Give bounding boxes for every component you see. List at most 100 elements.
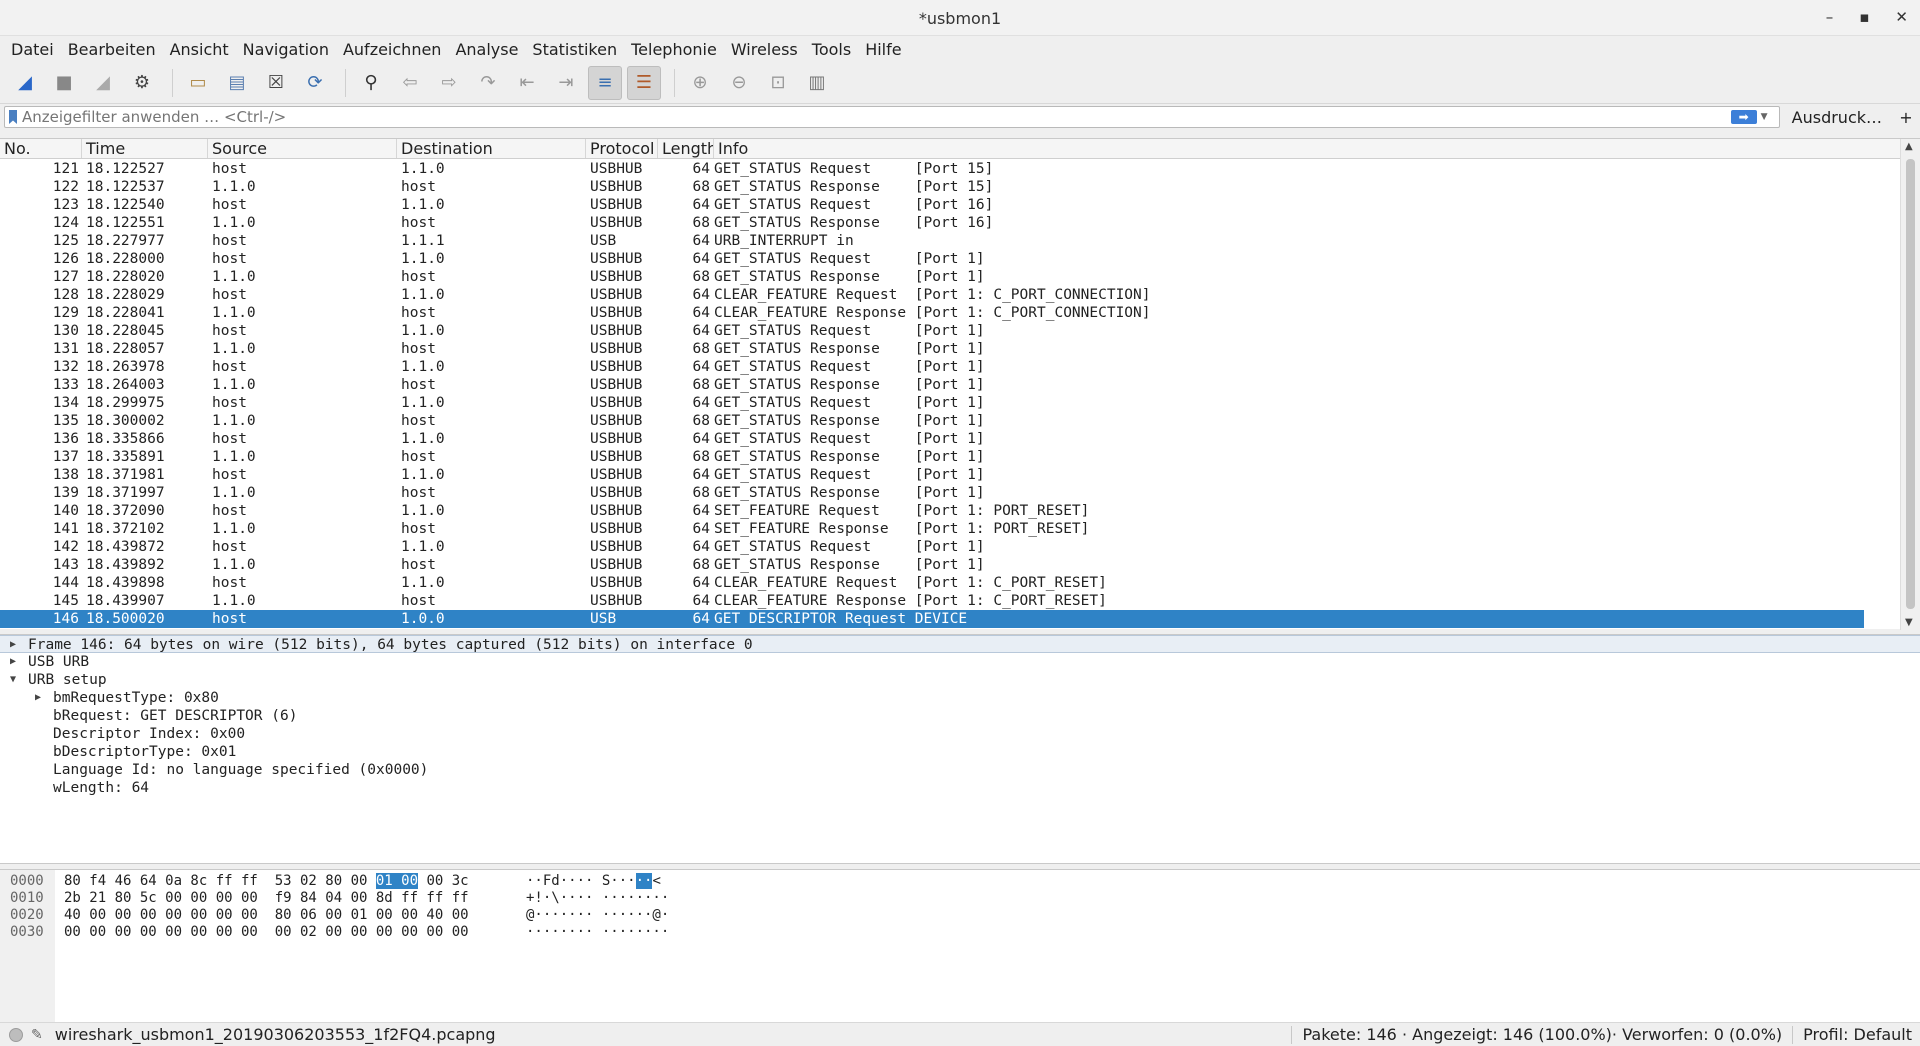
autoscroll-button[interactable]: ≡ [588,65,622,100]
save-file-button[interactable]: ▤ [220,66,254,100]
column-header-info[interactable]: Info [714,139,1920,158]
hex-line[interactable]: 0030 00 00 00 00 00 00 00 00 00 02 00 00 … [10,924,669,941]
go-back-button[interactable]: ⇦ [393,66,427,100]
detail-line[interactable]: Language Id: no language specified (0x00… [0,761,1920,779]
packet-row[interactable]: 133 18.264003 1.1.0 host USBHUB 68 GET_STATUS … [0,376,1864,394]
collapsed-arrow-icon[interactable]: ▶ [10,636,16,654]
detail-line[interactable]: bRequest: GET DESCRIPTOR (6) [0,707,1920,725]
packet-row[interactable]: 144 18.439898 host 1.1.0 USBHUB 64 CLEAR_FEATU… [0,574,1864,592]
reload-button[interactable]: ⟳ [298,66,332,100]
packet-row[interactable]: 123 18.122540 host 1.1.0 USBHUB 64 GET_STATUS … [0,196,1864,214]
menu-navigation[interactable]: Navigation [236,40,336,59]
packet-row[interactable]: 146 18.500020 host 1.0.0 USB 64 GET DESCRIPTOR… [0,610,1864,628]
maximize-icon[interactable]: ▪ [1859,8,1869,26]
open-file-button[interactable]: ▭ [181,66,215,100]
packet-row[interactable]: 136 18.335866 host 1.1.0 USBHUB 64 GET_STATUS … [0,430,1864,448]
stop-button[interactable]: ■ [47,66,81,100]
filter-history-dropdown-icon[interactable]: ▼ [1761,112,1773,122]
expanded-arrow-icon[interactable]: ▼ [10,671,16,689]
detail-line[interactable]: ▶ USB URB [0,653,1920,671]
go-last-button[interactable]: ⇥ [549,66,583,100]
find-packet-button[interactable]: ⚲ [354,66,388,100]
go-to-packet-button[interactable]: ↷ [471,66,505,100]
edit-comment-icon[interactable]: ✎ [31,1027,43,1043]
hex-line[interactable]: 0020 40 00 00 00 00 00 00 00 80 06 00 01 … [10,907,669,924]
packet-row[interactable]: 125 18.227977 host 1.1.1 USB 64 URB_INTERRUPT … [0,232,1864,250]
packet-row[interactable]: 124 18.122551 1.1.0 host USBHUB 68 GET_STATUS … [0,214,1864,232]
normal-size-button[interactable]: ⊡ [761,66,795,100]
resize-columns-button[interactable]: ▥ [800,66,834,100]
shark-fin-start-button[interactable]: ◢ [8,66,42,100]
packet-row[interactable]: 143 18.439892 1.1.0 host USBHUB 68 GET_STATUS … [0,556,1864,574]
scroll-down-icon[interactable]: ▼ [1905,617,1913,628]
menu-tools[interactable]: Tools [805,40,858,59]
packet-list-scrollbar[interactable]: ▲ ▼ [1900,139,1920,630]
expert-info-icon[interactable] [9,1027,23,1042]
restart-button[interactable]: ◢ [86,66,120,100]
packet-row[interactable]: 134 18.299975 host 1.1.0 USBHUB 64 GET_STATUS … [0,394,1864,412]
detail-line[interactable]: ▶ bmRequestType: 0x80 [0,689,1920,707]
capture-options-button[interactable]: ⚙ [125,66,159,100]
hex-bytes-selected[interactable]: 01 00 [375,873,419,889]
packet-row[interactable]: 131 18.228057 1.1.0 host USBHUB 68 GET_STATUS … [0,340,1864,358]
hex-line[interactable]: 0010 2b 21 80 5c 00 00 00 00 f9 84 04 00 … [10,890,669,907]
column-header-source[interactable]: Source [208,139,397,158]
column-header-destination[interactable]: Destination [397,139,586,158]
close-icon[interactable]: ✕ [1895,8,1908,26]
packet-row[interactable]: 139 18.371997 1.1.0 host USBHUB 68 GET_STATUS … [0,484,1864,502]
filter-bookmark-icon[interactable] [9,110,17,124]
profile-label[interactable]: Profil: Default [1803,1025,1912,1044]
scroll-thumb[interactable] [1906,159,1915,609]
packet-row[interactable]: 121 18.122527 host 1.1.0 USBHUB 64 GET_STATUS … [0,160,1864,178]
apply-filter-arrow-icon[interactable]: ➡ [1730,110,1757,124]
packet-row[interactable]: 129 18.228041 1.1.0 host USBHUB 64 CLEAR_FEATU… [0,304,1864,322]
menu-statistiken[interactable]: Statistiken [525,40,624,59]
packet-row[interactable]: 122 18.122537 1.1.0 host USBHUB 68 GET_STATUS … [0,178,1864,196]
detail-line[interactable]: bDescriptorType: 0x01 [0,743,1920,761]
menu-bearbeiten[interactable]: Bearbeiten [61,40,163,59]
menu-ansicht[interactable]: Ansicht [163,40,236,59]
packet-row[interactable]: 128 18.228029 host 1.1.0 USBHUB 64 CLEAR_FEATU… [0,286,1864,304]
detail-line[interactable]: ▼ URB setup [0,671,1920,689]
zoom-out-button[interactable]: ⊖ [722,66,756,100]
menu-wireless[interactable]: Wireless [724,40,805,59]
close-file-button[interactable]: ☒ [259,66,293,100]
column-header-time[interactable]: Time [82,139,208,158]
menu-telephonie[interactable]: Telephonie [624,40,724,59]
display-filter-input[interactable] [22,108,1731,126]
packet-row[interactable]: 127 18.228020 1.1.0 host USBHUB 68 GET_STATUS … [0,268,1864,286]
packet-bytes-pane: 0000 80 f4 46 64 0a 8c ff ff 53 02 80 00 … [0,869,1920,1022]
ascii-selected[interactable]: ·· [635,873,653,889]
packet-row[interactable]: 137 18.335891 1.1.0 host USBHUB 68 GET_STATUS … [0,448,1864,466]
packet-row[interactable]: 145 18.439907 1.1.0 host USBHUB 64 CLEAR_FEATU… [0,592,1864,610]
collapsed-arrow-icon[interactable]: ▶ [10,653,16,671]
menu-analyse[interactable]: Analyse [448,40,525,59]
packet-row[interactable]: 141 18.372102 1.1.0 host USBHUB 64 SET_FEATURE… [0,520,1864,538]
detail-line[interactable]: wLength: 64 [0,779,1920,797]
add-filter-button[interactable]: + [1896,108,1916,127]
scroll-up-icon[interactable]: ▲ [1905,141,1913,152]
collapsed-arrow-icon[interactable]: ▶ [35,689,41,707]
minimize-icon[interactable]: – [1826,8,1834,26]
zoom-in-button[interactable]: ⊕ [683,66,717,100]
packet-row[interactable]: 142 18.439872 host 1.1.0 USBHUB 64 GET_STATUS … [0,538,1864,556]
go-first-button[interactable]: ⇤ [510,66,544,100]
packet-row[interactable]: 135 18.300002 1.1.0 host USBHUB 68 GET_STATUS … [0,412,1864,430]
packet-row[interactable]: 138 18.371981 host 1.1.0 USBHUB 64 GET_STATUS … [0,466,1864,484]
packet-row[interactable]: 140 18.372090 host 1.1.0 USBHUB 64 SET_FEATURE… [0,502,1864,520]
packet-row[interactable]: 132 18.263978 host 1.1.0 USBHUB 64 GET_STATUS … [0,358,1864,376]
menu-datei[interactable]: Datei [4,40,61,59]
menu-hilfe[interactable]: Hilfe [858,40,908,59]
colorize-button[interactable]: ☰ [627,65,661,100]
detail-line[interactable]: Descriptor Index: 0x00 [0,725,1920,743]
packet-row[interactable]: 126 18.228000 host 1.1.0 USBHUB 64 GET_STATUS … [0,250,1864,268]
packet-row[interactable]: 130 18.228045 host 1.1.0 USBHUB 64 GET_STATUS … [0,322,1864,340]
column-header-no[interactable]: No. [0,139,82,158]
menu-aufzeichnen[interactable]: Aufzeichnen [336,40,448,59]
go-forward-button[interactable]: ⇨ [432,66,466,100]
expression-button[interactable]: Ausdruck… [1780,108,1896,127]
detail-line[interactable]: ▶ Frame 146: 64 bytes on wire (512 bits),… [0,635,1920,653]
column-header-length[interactable]: Length [658,139,714,158]
hex-line[interactable]: 0000 80 f4 46 64 0a 8c ff ff 53 02 80 00 … [10,873,669,890]
column-header-protocol[interactable]: Protocol [586,139,658,158]
